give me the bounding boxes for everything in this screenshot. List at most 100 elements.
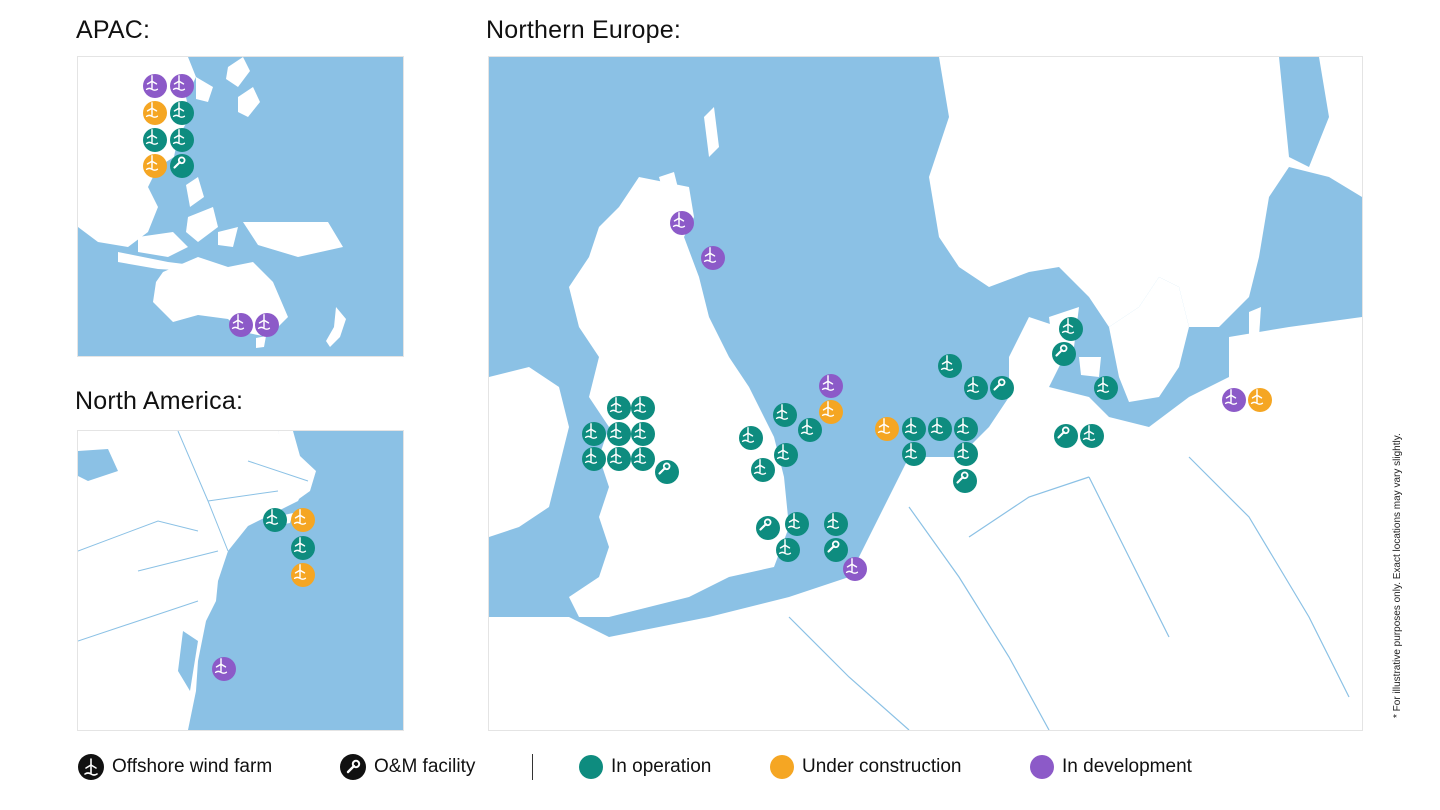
wind-farm-marker-in-development[interactable] — [670, 211, 694, 235]
wind-farm-marker-in-operation[interactable] — [824, 512, 848, 536]
apac-basemap — [78, 57, 346, 348]
wind-turbine-icon — [741, 427, 755, 443]
wind-farm-marker-in-operation[interactable] — [751, 458, 775, 482]
wind-farm-marker-in-operation[interactable] — [631, 422, 655, 446]
wind-turbine-icon — [145, 129, 159, 145]
om-facility-marker-in-operation[interactable] — [1052, 342, 1076, 366]
north-america-basemap — [78, 431, 316, 730]
wind-farm-marker-in-development[interactable] — [843, 557, 867, 581]
wind-turbine-icon — [78, 754, 104, 780]
wind-farm-marker-in-operation[interactable] — [773, 403, 797, 427]
wind-farm-marker-under-construction[interactable] — [875, 417, 899, 441]
wind-farm-marker-in-development[interactable] — [212, 657, 236, 681]
wind-turbine-icon — [231, 314, 245, 330]
wind-farm-marker-in-development[interactable] — [255, 313, 279, 337]
under-construction-swatch — [770, 755, 794, 779]
footnote: * For illustrative purposes only. Exact … — [1392, 433, 1403, 718]
wrench-icon — [993, 378, 1006, 391]
wind-farm-marker-under-construction[interactable] — [1248, 388, 1272, 412]
wind-turbine-icon — [787, 513, 801, 529]
wind-turbine-icon — [633, 423, 647, 439]
wind-farm-marker-in-operation[interactable] — [954, 417, 978, 441]
wind-turbine-icon — [172, 129, 186, 145]
wrench-icon — [173, 156, 186, 169]
wind-farm-marker-in-development[interactable] — [143, 74, 167, 98]
wind-farm-marker-in-development[interactable] — [819, 374, 843, 398]
wind-turbine-icon — [257, 314, 271, 330]
wind-turbine-icon — [930, 418, 944, 434]
wind-farm-marker-in-development[interactable] — [229, 313, 253, 337]
apac-map[interactable] — [77, 56, 404, 357]
wind-farm-marker-in-operation[interactable] — [582, 447, 606, 471]
wind-farm-marker-in-operation[interactable] — [631, 447, 655, 471]
wind-turbine-icon — [609, 397, 623, 413]
wind-farm-marker-under-construction[interactable] — [143, 101, 167, 125]
wind-turbine-icon — [145, 102, 159, 118]
wind-farm-marker-in-operation[interactable] — [143, 128, 167, 152]
wind-farm-marker-in-operation[interactable] — [776, 538, 800, 562]
wind-farm-marker-in-operation[interactable] — [1059, 317, 1083, 341]
wind-turbine-icon — [145, 155, 159, 171]
north-america-title: North America: — [75, 387, 244, 415]
wind-farm-marker-in-development[interactable] — [701, 246, 725, 270]
wrench-icon — [1057, 426, 1070, 439]
om-facility-marker-in-operation[interactable] — [655, 460, 679, 484]
in-development-swatch — [1030, 755, 1054, 779]
wind-farm-marker-in-operation[interactable] — [607, 396, 631, 420]
wind-turbine-icon — [172, 75, 186, 91]
wind-turbine-icon — [940, 355, 954, 371]
wind-farm-marker-in-operation[interactable] — [938, 354, 962, 378]
wind-farm-marker-in-operation[interactable] — [785, 512, 809, 536]
wind-farm-marker-under-construction[interactable] — [291, 563, 315, 587]
wind-turbine-icon — [904, 443, 918, 459]
wind-farm-marker-under-construction[interactable] — [819, 400, 843, 424]
wind-turbine-icon — [1224, 389, 1238, 405]
wind-farm-marker-in-operation[interactable] — [263, 508, 287, 532]
om-facility-marker-in-operation[interactable] — [756, 516, 780, 540]
legend-wind-farm: Offshore wind farm — [78, 752, 272, 782]
wind-farm-marker-in-operation[interactable] — [631, 396, 655, 420]
legend-in-development-label: In development — [1062, 756, 1192, 777]
wind-turbine-icon — [966, 377, 980, 393]
wind-farm-marker-in-operation[interactable] — [291, 536, 315, 560]
legend-in-development: In development — [1030, 752, 1192, 782]
wind-farm-marker-in-operation[interactable] — [798, 418, 822, 442]
wind-farm-marker-under-construction[interactable] — [143, 154, 167, 178]
wind-farm-marker-in-operation[interactable] — [902, 442, 926, 466]
wind-farm-marker-in-operation[interactable] — [170, 101, 194, 125]
wind-turbine-icon — [609, 448, 623, 464]
wind-turbine-icon — [826, 513, 840, 529]
om-facility-marker-in-operation[interactable] — [1054, 424, 1078, 448]
wind-turbine-icon — [956, 418, 970, 434]
northern-europe-map[interactable] — [488, 56, 1363, 731]
wind-farm-marker-in-operation[interactable] — [739, 426, 763, 450]
legend-wind-farm-label: Offshore wind farm — [112, 756, 273, 777]
wind-farm-marker-in-operation[interactable] — [954, 442, 978, 466]
om-facility-marker-in-operation[interactable] — [990, 376, 1014, 400]
wind-turbine-icon — [584, 448, 598, 464]
wind-turbine-icon — [775, 404, 789, 420]
wind-farm-marker-in-operation[interactable] — [902, 417, 926, 441]
wind-turbine-icon — [633, 448, 647, 464]
in-operation-swatch — [579, 755, 603, 779]
wind-farm-marker-in-operation[interactable] — [1094, 376, 1118, 400]
legend-separator — [532, 754, 533, 780]
wind-turbine-icon — [703, 247, 717, 263]
wind-farm-marker-in-development[interactable] — [1222, 388, 1246, 412]
wind-farm-marker-in-operation[interactable] — [170, 128, 194, 152]
wind-farm-marker-in-operation[interactable] — [607, 447, 631, 471]
om-facility-marker-in-operation[interactable] — [953, 469, 977, 493]
wind-farm-marker-in-operation[interactable] — [964, 376, 988, 400]
wind-farm-marker-in-operation[interactable] — [928, 417, 952, 441]
north-america-map[interactable] — [77, 430, 404, 731]
wind-farm-marker-under-construction[interactable] — [291, 508, 315, 532]
wind-farm-marker-in-development[interactable] — [170, 74, 194, 98]
wind-farm-marker-in-operation[interactable] — [607, 422, 631, 446]
wind-farm-marker-in-operation[interactable] — [1080, 424, 1104, 448]
northern-europe-title: Northern Europe: — [486, 16, 681, 44]
wind-farm-marker-in-operation[interactable] — [774, 443, 798, 467]
wrench-icon — [1055, 344, 1068, 357]
wind-turbine-icon — [1061, 318, 1075, 334]
om-facility-marker-in-operation[interactable] — [170, 154, 194, 178]
wind-farm-marker-in-operation[interactable] — [582, 422, 606, 446]
